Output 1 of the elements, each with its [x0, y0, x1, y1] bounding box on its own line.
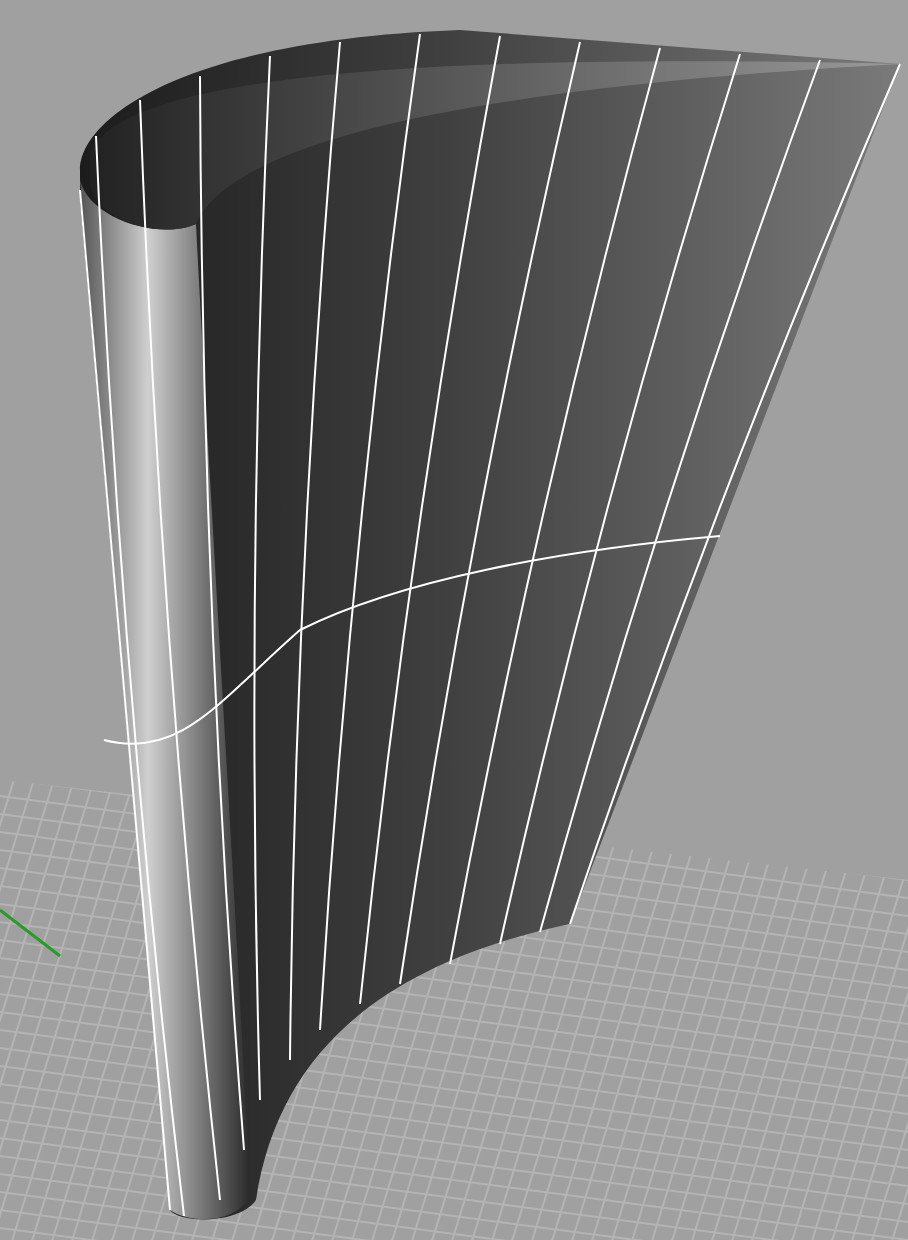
axis-line [0, 908, 61, 958]
